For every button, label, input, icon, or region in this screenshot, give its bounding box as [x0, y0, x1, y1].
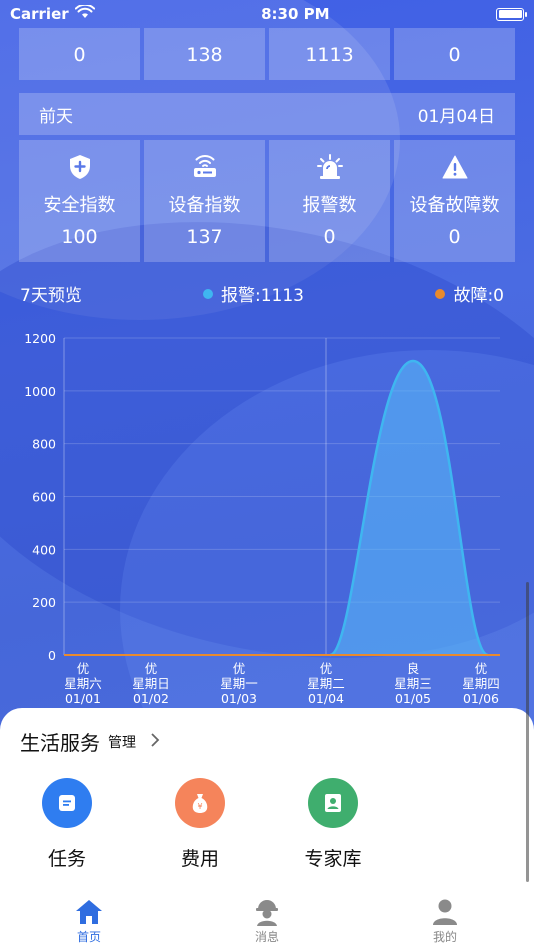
x-grade-label: 优 [77, 661, 90, 676]
x-date-label: 01/04 [308, 691, 344, 706]
stat-card-device[interactable]: 设备指数 137 [144, 140, 265, 262]
x-grade-label: 优 [145, 661, 158, 676]
day-date: 01月04日 [417, 106, 495, 127]
x-grade-label: 优 [320, 661, 333, 676]
y-tick-label: 800 [32, 437, 56, 452]
x-grade-label: 优 [233, 661, 246, 676]
x-date-label: 01/02 [133, 691, 169, 706]
x-grade-label: 良 [407, 661, 420, 676]
fault-legend-dot [435, 288, 446, 299]
summary-card-4[interactable]: 0 [394, 28, 515, 80]
x-weekday-label: 星期三 [394, 676, 432, 691]
alarm-legend[interactable]: 报警:1113 [203, 281, 304, 306]
summary-value: 0 [73, 44, 86, 66]
service-label: 专家库 [304, 848, 362, 870]
alarm-area [330, 360, 488, 655]
day-label: 前天 [39, 106, 73, 127]
shield-plus-icon [19, 154, 140, 180]
x-weekday-label: 星期二 [307, 676, 345, 691]
expert-icon [308, 778, 358, 828]
preview-title: 7天预览 [20, 286, 82, 306]
stat-card-safety[interactable]: 安全指数 100 [19, 140, 140, 262]
summary-card-1[interactable]: 0 [19, 28, 140, 80]
alarm-legend-dot [203, 288, 213, 299]
stat-value: 0 [323, 226, 336, 248]
svg-text:¥: ¥ [197, 802, 202, 811]
clock: 8:30 PM [261, 5, 330, 23]
y-tick-label: 400 [32, 542, 56, 557]
siren-icon [269, 154, 390, 180]
tab-messages[interactable]: 消息 [178, 886, 356, 950]
summary-card-2[interactable]: 138 [144, 28, 265, 80]
task-icon [42, 778, 92, 828]
chevron-right-icon[interactable] [150, 732, 160, 751]
stat-card-fault[interactable]: 设备故障数 0 [394, 140, 515, 262]
x-weekday-label: 星期一 [220, 676, 258, 691]
router-icon [144, 154, 265, 180]
profile-icon [356, 896, 534, 928]
x-weekday-label: 星期日 [132, 676, 170, 691]
stat-value: 100 [61, 226, 98, 248]
money-bag-icon: ¥ [175, 778, 225, 828]
tab-label: 消息 [254, 930, 279, 944]
x-weekday-label: 星期六 [64, 676, 102, 691]
worker-icon [178, 896, 356, 928]
service-label: 费用 [180, 848, 219, 870]
x-date-label: 01/05 [395, 691, 431, 706]
fault-legend-label: 故障:0 [453, 286, 504, 306]
summary-value: 1113 [305, 44, 354, 66]
services-header[interactable]: 生活服务 管理 [20, 727, 160, 756]
summary-card-3[interactable]: 1113 [269, 28, 390, 80]
x-date-label: 01/01 [65, 691, 101, 706]
stat-value: 137 [186, 226, 223, 248]
alarm-legend-label: 报警:1113 [221, 286, 304, 306]
wifi-icon [74, 3, 95, 23]
service-fee[interactable]: ¥ 费用 [152, 778, 248, 871]
summary-value: 138 [186, 44, 223, 66]
tab-label: 我的 [432, 930, 457, 944]
manage-link[interactable]: 管理 [108, 732, 136, 752]
stat-label: 设备指数 [168, 195, 241, 216]
tab-home[interactable]: 首页 [0, 886, 178, 950]
battery-icon [496, 7, 527, 21]
y-tick-label: 1200 [24, 331, 56, 346]
seven-day-chart[interactable]: 1200 1000 800 600 400 200 0 优星期六 01/01 优星期日 01/02 优… [0, 320, 534, 715]
tab-label: 首页 [76, 930, 101, 944]
status-bar: Carrier 8:30 PM [0, 0, 534, 28]
day-header[interactable]: 前天 01月04日 [19, 93, 515, 135]
x-date-label: 01/06 [463, 691, 499, 706]
service-expert[interactable]: 专家库 [285, 778, 381, 871]
stat-value: 0 [448, 226, 461, 248]
y-tick-label: 1000 [24, 384, 56, 399]
x-weekday-label: 星期四 [462, 676, 500, 691]
x-date-label: 01/03 [221, 691, 257, 706]
y-tick-label: 0 [48, 648, 56, 663]
stat-label: 安全指数 [43, 195, 116, 216]
carrier-label: Carrier [10, 5, 69, 23]
fault-legend[interactable]: 故障:0 [435, 281, 504, 306]
tab-bar: 首页 消息 我的 [0, 886, 534, 950]
stat-label: 报警数 [302, 195, 357, 216]
tab-profile[interactable]: 我的 [356, 886, 534, 950]
preview-header: 7天预览 报警:1113 故障:0 [20, 281, 510, 306]
y-tick-label: 600 [32, 490, 56, 505]
service-task[interactable]: 任务 [19, 778, 115, 871]
services-title: 生活服务 [20, 731, 100, 755]
x-grade-label: 优 [475, 661, 488, 676]
stat-label: 设备故障数 [409, 195, 500, 216]
stat-card-alarm[interactable]: 报警数 0 [269, 140, 390, 262]
scrollbar[interactable] [526, 582, 529, 882]
chart-svg: 120010008006004002000优星期六01/01优星期日01/02优… [24, 331, 500, 706]
warning-triangle-icon [394, 154, 515, 180]
service-label: 任务 [47, 848, 86, 870]
home-icon [0, 896, 178, 928]
summary-value: 0 [448, 44, 461, 66]
y-tick-label: 200 [32, 595, 56, 610]
